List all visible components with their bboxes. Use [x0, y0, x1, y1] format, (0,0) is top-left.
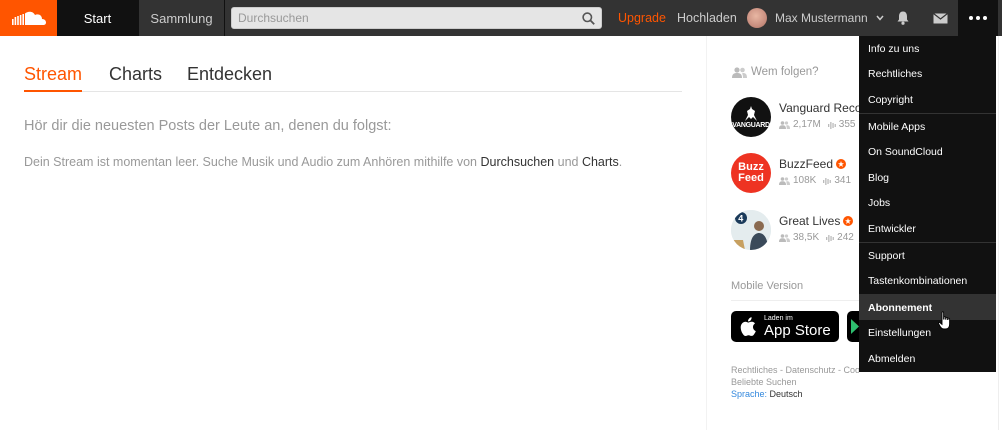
- tracks-count: 242: [837, 232, 854, 243]
- users-icon: [732, 66, 747, 78]
- tracks-count: 355: [838, 119, 856, 130]
- search-input[interactable]: [232, 8, 575, 28]
- follow-stats: 108K 341: [779, 175, 851, 186]
- menu-item-subscription[interactable]: Abonnement: [859, 295, 996, 320]
- empty-text-suffix: .: [618, 155, 623, 169]
- buzzfeed-avatar-text-2: Feed: [738, 172, 764, 184]
- footer-links[interactable]: Rechtliches - Datenschutz - Cookies: [731, 365, 859, 375]
- who-to-follow-title: Wem folgen?: [732, 66, 819, 78]
- menu-item-copyright[interactable]: Copyright: [859, 87, 996, 112]
- follow-stats: 38,5K 242: [779, 232, 854, 243]
- search-box: [231, 7, 602, 29]
- followers-count: 38,5K: [793, 232, 820, 243]
- tracks-count: 341: [834, 175, 852, 186]
- tracks-icon: [823, 177, 832, 185]
- menu-item-jobs[interactable]: Jobs: [859, 190, 996, 215]
- stream-tabs: Stream Charts Entdecken: [24, 64, 682, 92]
- language-selector[interactable]: Sprache: Deutsch: [731, 389, 803, 399]
- bell-icon[interactable]: [886, 0, 920, 36]
- avatar: [747, 8, 767, 28]
- popular-searches-link[interactable]: Beliebte Suchen: [731, 377, 797, 387]
- empty-stream-message: Dein Stream ist momentan leer. Suche Mus…: [24, 155, 622, 169]
- mobile-version-title: Mobile Version: [731, 280, 804, 292]
- menu-item-shortcuts[interactable]: Tastenkombinationen: [859, 268, 996, 293]
- svg-text:4: 4: [738, 214, 743, 224]
- followers-count: 108K: [793, 175, 817, 186]
- followers-count: 2,17M: [793, 119, 821, 130]
- google-play-button[interactable]: [847, 311, 859, 342]
- menu-item-logout[interactable]: Abmelden: [859, 346, 996, 371]
- upload-link[interactable]: Hochladen: [677, 0, 737, 36]
- sidebar-divider: [706, 36, 707, 430]
- follow-name[interactable]: Great Lives: [779, 214, 861, 228]
- menu-item-support[interactable]: Support: [859, 243, 996, 268]
- upgrade-link[interactable]: Upgrade: [618, 0, 666, 36]
- more-icon[interactable]: [958, 0, 998, 36]
- follow-name-text: BuzzFeed: [779, 157, 834, 171]
- follow-name-text: Vanguard Records: [779, 101, 861, 115]
- more-menu-dropdown: Info zu uns Rechtliches Copyright Mobile…: [859, 36, 996, 372]
- charts-link[interactable]: Charts: [582, 155, 619, 169]
- great-lives-avatar: 4: [731, 210, 771, 250]
- follow-suggestion[interactable]: VANGUARD Vanguard Records 2,17M 355: [731, 97, 861, 137]
- menu-item-info[interactable]: Info zu uns: [859, 36, 996, 61]
- language-label: Sprache:: [731, 389, 768, 399]
- menu-item-blog[interactable]: Blog: [859, 165, 996, 190]
- tracks-icon: [827, 121, 836, 129]
- app-store-button[interactable]: Laden im App Store: [731, 311, 839, 342]
- buzzfeed-avatar: Buzz Feed: [731, 153, 771, 193]
- follow-stats: 2,17M 355: [779, 119, 855, 130]
- menu-item-on-soundcloud[interactable]: On SoundCloud: [859, 139, 996, 164]
- followers-icon: [779, 233, 790, 242]
- page-edge: [998, 36, 999, 430]
- tracks-icon: [826, 234, 835, 242]
- followers-icon: [779, 120, 790, 129]
- user-name: Max Mustermann: [775, 11, 868, 25]
- tab-start[interactable]: Start: [57, 0, 139, 36]
- follow-name-text: Great Lives: [779, 214, 841, 228]
- who-to-follow-label: Wem folgen?: [751, 66, 819, 78]
- apple-icon: [740, 317, 756, 336]
- user-menu[interactable]: Max Mustermann: [742, 0, 884, 36]
- followers-icon: [779, 176, 790, 185]
- vanguard-avatar-text: VANGUARD: [732, 121, 770, 129]
- empty-text-mid: und: [554, 155, 582, 169]
- follow-suggestion[interactable]: Buzz Feed BuzzFeed 108K 341: [731, 153, 861, 193]
- language-value: Deutsch: [769, 389, 803, 399]
- search-link[interactable]: Durchsuchen: [480, 155, 554, 169]
- mobile-divider: [731, 300, 859, 301]
- tab-charts[interactable]: Charts: [109, 64, 162, 92]
- pro-badge-icon: [836, 159, 847, 169]
- menu-item-mobile-apps[interactable]: Mobile Apps: [859, 114, 996, 139]
- app-store-big-text: App Store: [764, 322, 831, 339]
- menu-item-developers[interactable]: Entwickler: [859, 216, 996, 241]
- empty-text-prefix: Dein Stream ist momentan leer. Suche Mus…: [24, 155, 481, 169]
- follow-name[interactable]: Vanguard Records: [779, 101, 861, 115]
- follow-suggestion[interactable]: 4 Great Lives 38,5K 242: [731, 210, 861, 250]
- tab-entdecken[interactable]: Entdecken: [187, 64, 272, 92]
- tab-sammlung[interactable]: Sammlung: [139, 0, 225, 36]
- hand-cursor-icon: [938, 311, 952, 335]
- search-icon[interactable]: [575, 8, 601, 28]
- soundcloud-logo-icon[interactable]: [0, 0, 57, 36]
- menu-item-legal[interactable]: Rechtliches: [859, 61, 996, 86]
- menu-item-settings[interactable]: Einstellungen: [859, 320, 996, 345]
- app-root: Start Sammlung Upgrade Hochladen Max Mus…: [0, 0, 1002, 430]
- follow-name[interactable]: BuzzFeed: [779, 157, 861, 171]
- app-store-small-text: Laden im: [764, 315, 793, 322]
- tab-stream[interactable]: Stream: [24, 64, 83, 92]
- chevron-down-icon: [876, 15, 884, 21]
- pro-badge-icon: [843, 216, 854, 226]
- vanguard-avatar: VANGUARD: [731, 97, 771, 137]
- stream-lead-text: Hör dir die neuesten Posts der Leute an,…: [24, 118, 392, 134]
- mail-icon[interactable]: [923, 0, 957, 36]
